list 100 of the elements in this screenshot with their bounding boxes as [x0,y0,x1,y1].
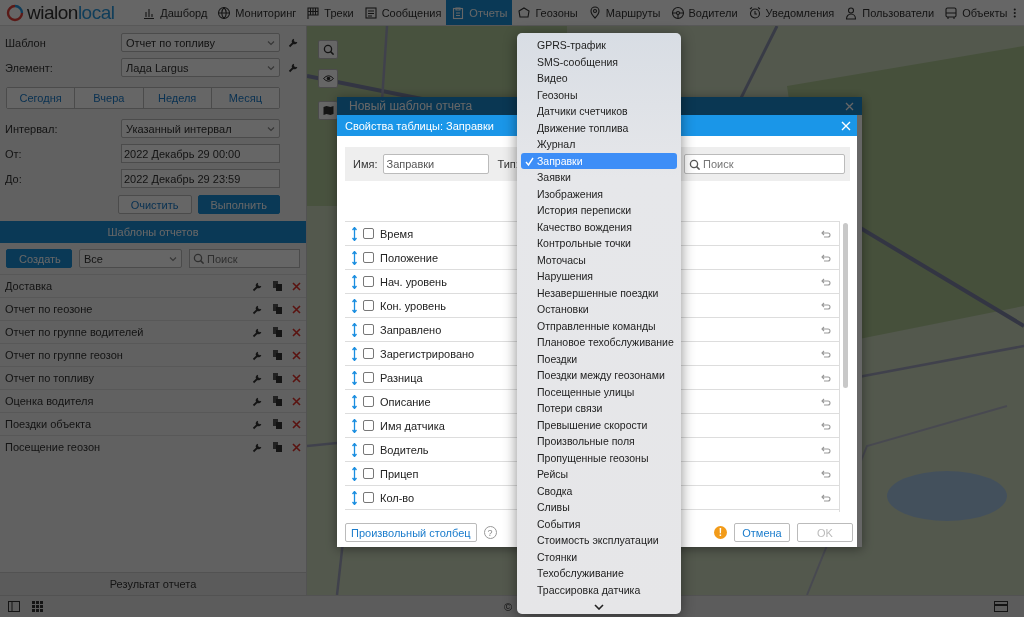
nav-tab[interactable]: Объекты [939,0,1013,25]
element-select[interactable]: Лада Largus [121,58,280,77]
dropdown-option[interactable]: Плановое техобслуживание [521,334,677,351]
undo-icon[interactable] [821,277,831,286]
dropdown-option[interactable]: Сливы [521,499,677,516]
grid-icon[interactable] [32,601,43,612]
date-field[interactable]: 2022 Декабрь 29 23:59 [121,169,280,188]
dropdown-option[interactable]: Движение топлива [521,119,677,136]
dropdown-option[interactable]: События [521,515,677,532]
undo-icon[interactable] [821,373,831,382]
undo-icon[interactable] [821,445,831,454]
copy-icon[interactable] [273,327,282,337]
checkbox[interactable] [363,444,374,455]
undo-icon[interactable] [821,325,831,334]
close-icon[interactable] [845,101,854,111]
checkbox[interactable] [363,492,374,503]
drag-handle-icon[interactable] [352,322,357,337]
panel-icon[interactable] [8,601,20,612]
wrench-icon[interactable] [252,418,263,430]
template-row[interactable]: Поездки объекта [0,412,306,435]
drag-handle-icon[interactable] [352,370,357,385]
dropdown-option[interactable]: Датчики счетчиков [521,103,677,120]
wrench-icon[interactable] [252,372,263,384]
drag-handle-icon[interactable] [352,250,357,265]
undo-icon[interactable] [821,253,831,262]
cancel-button[interactable]: Отмена [734,523,790,542]
template-row[interactable]: Посещение геозон [0,435,306,458]
copy-icon[interactable] [273,442,282,452]
dropdown-option[interactable]: Журнал [521,136,677,153]
filter-select[interactable]: Все [79,249,182,268]
dropdown-option[interactable]: Качество вождения [521,218,677,235]
drag-handle-icon[interactable] [352,418,357,433]
delete-icon[interactable] [292,396,301,406]
wrench-icon[interactable] [252,326,263,338]
nav-tab[interactable]: Треки [301,0,359,25]
template-row[interactable]: Отчет по группе геозон [0,343,306,366]
undo-icon[interactable] [821,301,831,310]
copy-icon[interactable] [273,419,282,429]
drag-handle-icon[interactable] [352,466,357,481]
close-icon[interactable] [841,120,851,131]
checkbox[interactable] [363,300,374,311]
nav-tab[interactable]: Маршруты [582,0,666,25]
checkbox[interactable] [363,420,374,431]
drag-handle-icon[interactable] [352,346,357,361]
checkbox[interactable] [363,372,374,383]
dropdown-option[interactable]: Стоянки [521,548,677,565]
dropdown-option[interactable]: SMS-сообщения [521,53,677,70]
dropdown-option[interactable]: Геозоны [521,86,677,103]
custom-column-button[interactable]: Произвольный столбец [345,523,477,542]
dropdown-option[interactable]: Пропущенные геозоны [521,449,677,466]
dropdown-option[interactable]: Произвольные поля [521,433,677,450]
drag-handle-icon[interactable] [352,274,357,289]
dropdown-option[interactable]: Поездки между геозонами [521,367,677,384]
dropdown-option[interactable]: Техобслуживание [521,565,677,582]
delete-icon[interactable] [292,373,301,383]
wrench-icon[interactable] [288,62,299,73]
nav-tab[interactable]: Уведомления [742,0,840,25]
search-field[interactable]: Поиск [684,154,845,174]
dropdown-option[interactable]: Незавершенные поездки [521,284,677,301]
checkbox[interactable] [363,252,374,263]
drag-handle-icon[interactable] [352,442,357,457]
nav-tab[interactable]: Дашборд [137,0,213,25]
dropdown-option[interactable]: Посещенные улицы [521,383,677,400]
template-row[interactable]: Отчет по группе водителей [0,320,306,343]
dropdown-option[interactable]: Нарушения [521,268,677,285]
template-row[interactable]: Отчет по топливу [0,366,306,389]
date-field[interactable]: 2022 Декабрь 29 00:00 [121,144,280,163]
drag-handle-icon[interactable] [352,490,357,505]
dropdown-option[interactable]: Рейсы [521,466,677,483]
template-row[interactable]: Отчет по геозоне [0,297,306,320]
dropdown-option[interactable]: Видео [521,70,677,87]
chevron-down-icon[interactable] [594,604,604,610]
nav-tab[interactable]: Сообщения [358,0,447,25]
dropdown-option[interactable]: Поездки [521,350,677,367]
nav-tab[interactable]: Водители [665,0,743,25]
checkbox[interactable] [363,348,374,359]
checkbox[interactable] [363,468,374,479]
visibility-button[interactable] [318,69,338,88]
dropdown-option[interactable]: Контрольные точки [521,235,677,252]
dropdown-option[interactable]: Заявки [521,169,677,186]
drag-handle-icon[interactable] [352,226,357,241]
checkbox[interactable] [363,228,374,239]
map-search-button[interactable] [318,40,338,59]
delete-icon[interactable] [292,327,301,337]
dropdown-option[interactable]: Остановки [521,301,677,318]
dropdown-option[interactable]: GPRS-трафик [521,37,677,54]
interval-select[interactable]: Указанный интервал [121,119,280,138]
delete-icon[interactable] [292,281,301,291]
card-icon[interactable] [994,601,1008,612]
copy-icon[interactable] [273,396,282,406]
checkbox[interactable] [363,396,374,407]
delete-icon[interactable] [292,442,301,452]
wrench-icon[interactable] [252,441,263,453]
period-button[interactable]: Месяц [210,88,279,108]
dropdown-option[interactable]: История переписки [521,202,677,219]
nav-tab[interactable]: Мониторинг [212,0,302,25]
undo-icon[interactable] [821,493,831,502]
delete-icon[interactable] [292,350,301,360]
copy-icon[interactable] [273,373,282,383]
wrench-icon[interactable] [288,37,299,48]
